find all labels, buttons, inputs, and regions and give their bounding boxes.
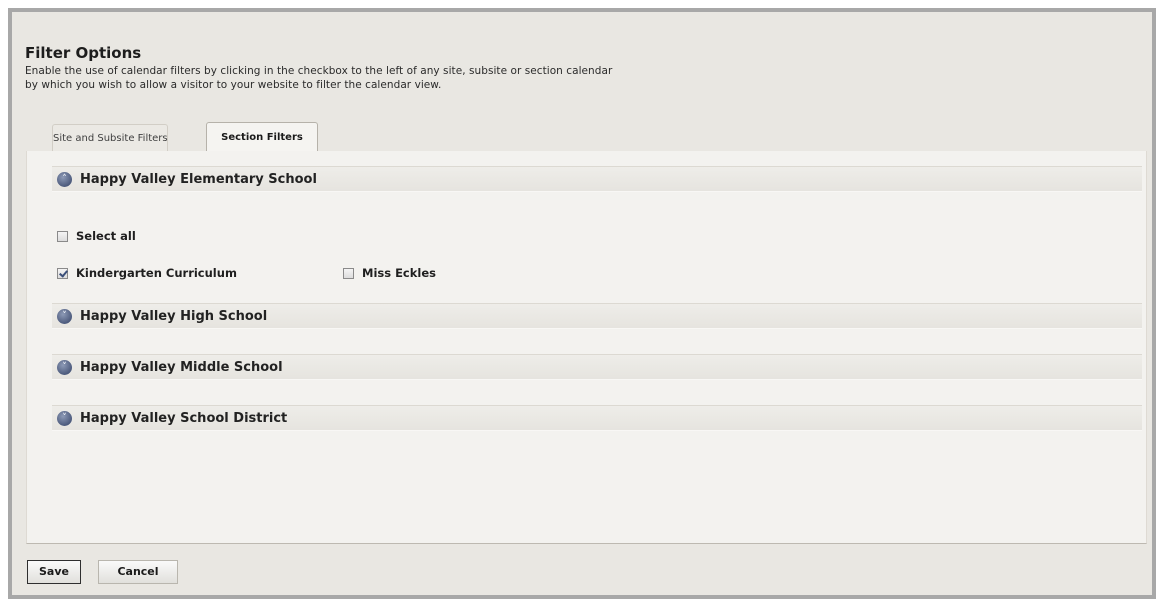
- miss-eckles-label: Miss Eckles: [362, 266, 436, 280]
- section-title: Happy Valley School District: [80, 411, 288, 426]
- miss-eckles-checkbox[interactable]: [343, 267, 354, 279]
- section-title: Happy Valley High School: [80, 309, 268, 324]
- section-header-school-district[interactable]: ˅ Happy Valley School District: [52, 405, 1142, 431]
- description-line-1: Enable the use of calendar filters by cl…: [25, 65, 613, 77]
- tab-site-and-subsite-filters[interactable]: Site and Subsite Filters: [52, 124, 168, 151]
- cancel-button[interactable]: Cancel: [98, 560, 178, 584]
- select-all-label: Select all: [76, 229, 136, 243]
- section-title: Happy Valley Elementary School: [80, 172, 317, 187]
- kindergarten-curriculum-checkbox[interactable]: [57, 267, 68, 279]
- tab-strip: Site and Subsite Filters Section Filters: [26, 122, 1147, 152]
- section-header-middle-school[interactable]: ˅ Happy Valley Middle School: [52, 354, 1142, 380]
- description: Enable the use of calendar filters by cl…: [25, 64, 612, 92]
- section-header-elementary[interactable]: ˄ Happy Valley Elementary School: [52, 166, 1142, 192]
- expand-icon[interactable]: ˅: [57, 309, 72, 324]
- save-button[interactable]: Save: [27, 560, 81, 584]
- expand-icon[interactable]: ˅: [57, 360, 72, 375]
- dialog-footer: Save Cancel: [12, 544, 1152, 595]
- select-all-checkbox[interactable]: [57, 230, 68, 242]
- filter-item-kindergarten-curriculum[interactable]: Kindergarten Curriculum: [57, 265, 237, 281]
- page-title: Filter Options: [25, 44, 142, 62]
- select-all-checkbox-row[interactable]: Select all: [57, 228, 136, 244]
- filter-options-dialog: Filter Options Enable the use of calenda…: [8, 8, 1156, 599]
- collapse-icon[interactable]: ˄: [57, 172, 72, 187]
- filter-item-miss-eckles[interactable]: Miss Eckles: [343, 265, 436, 281]
- kindergarten-curriculum-label: Kindergarten Curriculum: [76, 266, 237, 280]
- section-header-high-school[interactable]: ˅ Happy Valley High School: [52, 303, 1142, 329]
- description-line-2: by which you wish to allow a visitor to …: [25, 79, 442, 91]
- section-filters-panel: ˄ Happy Valley Elementary School Select …: [26, 151, 1147, 544]
- tab-section-filters[interactable]: Section Filters: [206, 122, 318, 152]
- section-title: Happy Valley Middle School: [80, 360, 283, 375]
- expand-icon[interactable]: ˅: [57, 411, 72, 426]
